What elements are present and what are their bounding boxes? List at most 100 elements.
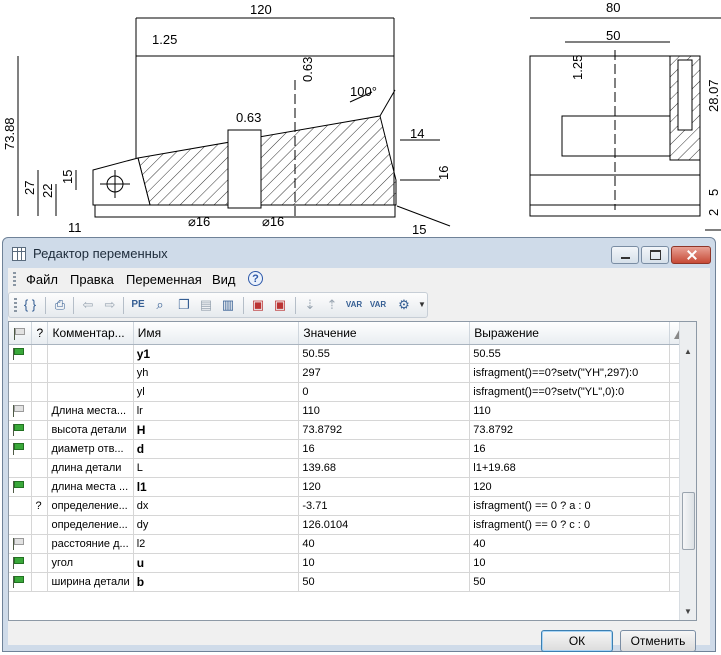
ok-button[interactable]: ОК — [541, 630, 613, 652]
name-cell[interactable]: b — [133, 572, 300, 592]
flag-cell[interactable] — [9, 420, 33, 440]
question-cell[interactable] — [31, 382, 49, 402]
scroll-down-icon[interactable]: ▼ — [680, 604, 696, 620]
delete-icon[interactable]: ▥ — [219, 297, 237, 313]
name-cell[interactable]: dy — [133, 515, 300, 535]
value-cell[interactable]: 73.8792 — [298, 420, 471, 440]
sort-desc-icon[interactable]: ⇡ — [323, 297, 341, 313]
minimize-button[interactable] — [611, 246, 639, 264]
print-icon[interactable]: ⎙ — [51, 297, 69, 313]
flag-cell[interactable] — [9, 458, 33, 478]
flag-cell[interactable] — [9, 477, 33, 497]
question-cell[interactable] — [31, 534, 49, 554]
question-cell[interactable] — [31, 477, 49, 497]
name-cell[interactable]: L — [133, 458, 300, 478]
expression-cell[interactable]: 40 — [469, 534, 670, 554]
toolbar-grip[interactable] — [14, 298, 17, 312]
redo-icon[interactable]: ⇨ — [101, 297, 119, 313]
help-icon[interactable]: ? — [248, 271, 263, 286]
settings-icon[interactable]: ⚙ — [395, 297, 413, 313]
value-cell[interactable]: 0 — [298, 382, 471, 402]
name-cell[interactable]: H — [133, 420, 300, 440]
question-cell[interactable] — [31, 420, 49, 440]
question-cell[interactable] — [31, 458, 49, 478]
title-bar[interactable]: Редактор переменных — [3, 238, 715, 270]
flag-cell[interactable] — [9, 496, 33, 516]
sort-asc-icon[interactable]: ⇣ — [301, 297, 319, 313]
name-cell[interactable]: yh — [133, 363, 300, 383]
column-name[interactable]: Имя — [133, 322, 300, 345]
expression-cell[interactable]: isfragment()==0?setv("YH",297):0 — [469, 363, 670, 383]
value-cell[interactable]: 10 — [298, 553, 471, 573]
table-row[interactable]: ширина детали b 50 50 — [9, 572, 696, 592]
table-row[interactable]: угол u 10 10 — [9, 553, 696, 573]
table-row[interactable]: yh 297 isfragment()==0?setv("YH",297):0 — [9, 363, 696, 383]
column-comment[interactable]: Комментар... — [47, 322, 134, 345]
find-icon[interactable]: ⌕ — [151, 297, 169, 313]
expression-cell[interactable]: isfragment() == 0 ? a : 0 — [469, 496, 670, 516]
undo-icon[interactable]: ⇦ — [79, 297, 97, 313]
name-cell[interactable]: d — [133, 439, 300, 459]
expression-cell[interactable]: 110 — [469, 401, 670, 421]
question-cell[interactable] — [31, 572, 49, 592]
expression-cell[interactable]: 73.8792 — [469, 420, 670, 440]
question-cell[interactable] — [31, 515, 49, 535]
expression-cell[interactable]: 120 — [469, 477, 670, 497]
value-cell[interactable]: 16 — [298, 439, 471, 459]
value-cell[interactable]: 50.55 — [298, 344, 471, 364]
name-cell[interactable]: lr — [133, 401, 300, 421]
export-icon[interactable]: ▣ — [249, 297, 267, 313]
question-cell[interactable] — [31, 344, 49, 364]
comment-cell[interactable]: угол — [47, 553, 134, 573]
table-row[interactable]: длина места ... l1 120 120 — [9, 477, 696, 497]
table-row[interactable]: длина детали L 139.68 l1+19.68 — [9, 458, 696, 478]
comment-cell[interactable] — [47, 363, 134, 383]
vertical-scrollbar[interactable]: ▲ ▼ — [679, 322, 696, 620]
table-row[interactable]: y1 50.55 50.55 — [9, 344, 696, 364]
name-cell[interactable]: u — [133, 553, 300, 573]
comment-cell[interactable]: расстояние д... — [47, 534, 134, 554]
expression-cell[interactable]: 50.55 — [469, 344, 670, 364]
comment-cell[interactable]: определение... — [47, 496, 134, 516]
menu-view[interactable]: Вид — [212, 272, 236, 287]
new-variable-icon[interactable]: { } — [21, 297, 39, 313]
flag-cell[interactable] — [9, 439, 33, 459]
table-row[interactable]: Длина места... lr 110 110 — [9, 401, 696, 421]
comment-cell[interactable]: ширина детали — [47, 572, 134, 592]
question-cell[interactable] — [31, 439, 49, 459]
value-cell[interactable]: 110 — [298, 401, 471, 421]
maximize-button[interactable] — [641, 246, 669, 264]
check-var-icon[interactable]: VAR — [369, 297, 387, 313]
flag-cell[interactable] — [9, 515, 33, 535]
comment-cell[interactable]: высота детали — [47, 420, 134, 440]
table-row[interactable]: определение... dy 126.0104 isfragment() == … — [9, 515, 696, 535]
flag-cell[interactable] — [9, 534, 33, 554]
name-cell[interactable]: y1 — [133, 344, 300, 364]
value-cell[interactable]: -3.71 — [298, 496, 471, 516]
table-row[interactable]: высота детали H 73.8792 73.8792 — [9, 420, 696, 440]
table-row[interactable]: диаметр отв... d 16 16 — [9, 439, 696, 459]
question-cell[interactable] — [31, 363, 49, 383]
flag-cell[interactable] — [9, 363, 33, 383]
table-row[interactable]: yl 0 isfragment()==0?setv("YL",0):0 — [9, 382, 696, 402]
value-cell[interactable]: 126.0104 — [298, 515, 471, 535]
pe-icon[interactable]: PE — [129, 297, 147, 313]
column-expression[interactable]: Выражение — [469, 322, 670, 345]
scroll-thumb[interactable] — [682, 492, 695, 550]
menu-variable[interactable]: Переменная — [126, 272, 202, 287]
flag-cell[interactable] — [9, 553, 33, 573]
flag-cell[interactable] — [9, 572, 33, 592]
value-cell[interactable]: 297 — [298, 363, 471, 383]
copy-icon[interactable]: ❐ — [175, 297, 193, 313]
comment-cell[interactable]: Длина места... — [47, 401, 134, 421]
comment-cell[interactable]: диаметр отв... — [47, 439, 134, 459]
comment-cell[interactable]: длина места ... — [47, 477, 134, 497]
expression-cell[interactable]: isfragment()==0?setv("YL",0):0 — [469, 382, 670, 402]
cancel-button[interactable]: Отменить — [620, 630, 696, 652]
question-cell[interactable] — [31, 401, 49, 421]
var-icon[interactable]: VAR — [345, 297, 363, 313]
comment-cell[interactable]: длина детали — [47, 458, 134, 478]
value-cell[interactable]: 50 — [298, 572, 471, 592]
comment-cell[interactable] — [47, 382, 134, 402]
column-flag[interactable] — [9, 322, 33, 345]
